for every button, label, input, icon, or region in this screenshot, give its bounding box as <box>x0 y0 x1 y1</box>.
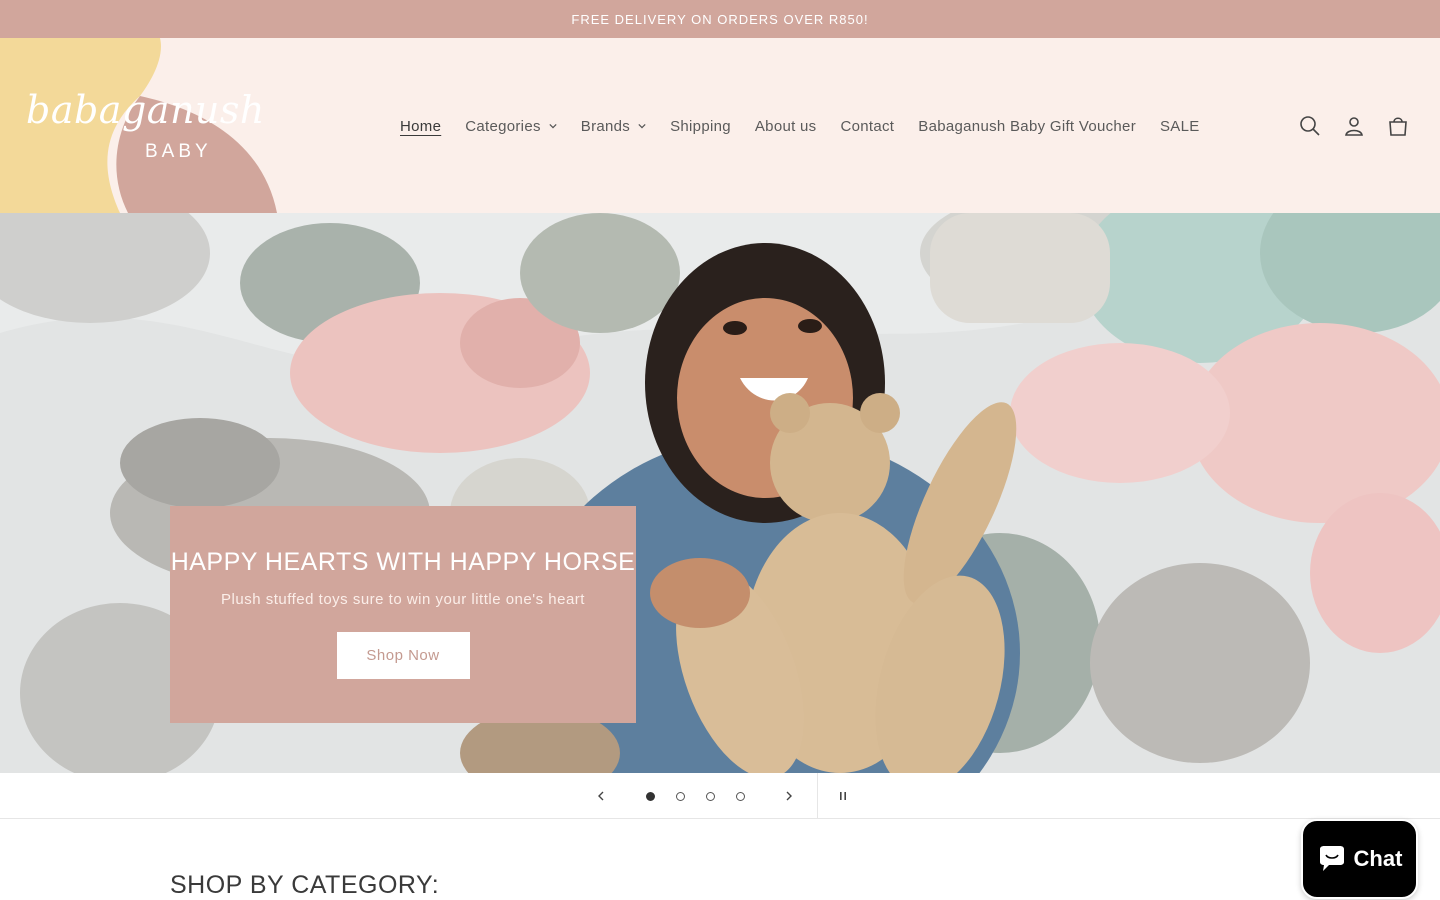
nav-item-label: Babaganush Baby Gift Voucher <box>918 117 1136 135</box>
logo-script-text: babaganush <box>26 88 265 132</box>
slide-dot-2[interactable] <box>674 790 686 802</box>
nav-item-contact[interactable]: Contact <box>840 118 894 135</box>
nav-item-label: Contact <box>840 117 895 135</box>
nav-item-shipping[interactable]: Shipping <box>670 118 731 135</box>
section-title: SHOP BY CATEGORY: <box>170 871 440 899</box>
nav-item-gift-voucher[interactable]: Babaganush Baby Gift Voucher <box>918 118 1136 135</box>
nav-item-brands[interactable]: Brands <box>581 118 646 135</box>
chevron-down-icon <box>549 123 557 129</box>
nav-item-label: SALE <box>1160 117 1200 135</box>
slide-dot-4[interactable] <box>734 790 746 802</box>
nav-item-home[interactable]: Home <box>400 118 441 135</box>
logo-baby-text: BABY <box>145 141 212 162</box>
announcement-bar: FREE DELIVERY ON ORDERS OVER R850! <box>0 0 1440 38</box>
pause-slideshow-button[interactable] <box>823 773 863 819</box>
slide-dot-3[interactable] <box>704 790 716 802</box>
nav-item-label: Categories <box>465 117 541 135</box>
cart-icon <box>1389 117 1407 136</box>
chevron-right-icon <box>786 791 792 801</box>
nav-item-about[interactable]: About us <box>755 118 817 135</box>
hero-slideshow: HAPPY HEARTS WITH HAPPY HORSE Plush stuf… <box>0 213 1440 773</box>
nav-item-label: Shipping <box>670 117 731 135</box>
nav-item-label: Home <box>400 117 442 135</box>
slideshow-controls <box>0 773 1440 819</box>
hero-subtitle: Plush stuffed toys sure to win your litt… <box>221 591 585 608</box>
header-icons <box>1290 112 1422 140</box>
hero-content-box: HAPPY HEARTS WITH HAPPY HORSE Plush stuf… <box>170 506 636 723</box>
search-icon <box>1300 116 1320 136</box>
hero-title: HAPPY HEARTS WITH HAPPY HORSE <box>170 548 636 576</box>
next-slide-button[interactable] <box>769 773 809 819</box>
chat-label: Chat <box>1353 846 1403 871</box>
chevron-left-icon <box>598 791 604 801</box>
previous-slide-button[interactable] <box>581 773 621 819</box>
search-button[interactable] <box>1290 112 1330 140</box>
announcement-text: FREE DELIVERY ON ORDERS OVER R850! <box>571 11 869 27</box>
pause-icon <box>840 792 846 800</box>
chevron-down-icon <box>638 123 646 129</box>
chat-button[interactable]: Chat <box>1301 819 1418 899</box>
shop-now-button[interactable]: Shop Now <box>336 632 470 679</box>
site-header: babaganush BABY Home Categories Brands S… <box>0 38 1440 213</box>
cart-button[interactable] <box>1378 112 1418 140</box>
chat-bubble-icon <box>1319 846 1344 871</box>
nav-item-categories[interactable]: Categories <box>465 118 557 135</box>
nav-item-label: About us <box>754 117 817 135</box>
account-icon <box>1345 117 1363 136</box>
controls-divider <box>817 773 818 819</box>
nav-item-sale[interactable]: SALE <box>1160 118 1200 135</box>
logo[interactable]: babaganush BABY <box>0 38 280 213</box>
account-button[interactable] <box>1334 112 1374 140</box>
nav-item-label: Brands <box>580 117 631 135</box>
main-nav: Home Categories Brands Shipping About us… <box>400 114 1224 138</box>
slide-dot-1[interactable] <box>644 790 656 802</box>
